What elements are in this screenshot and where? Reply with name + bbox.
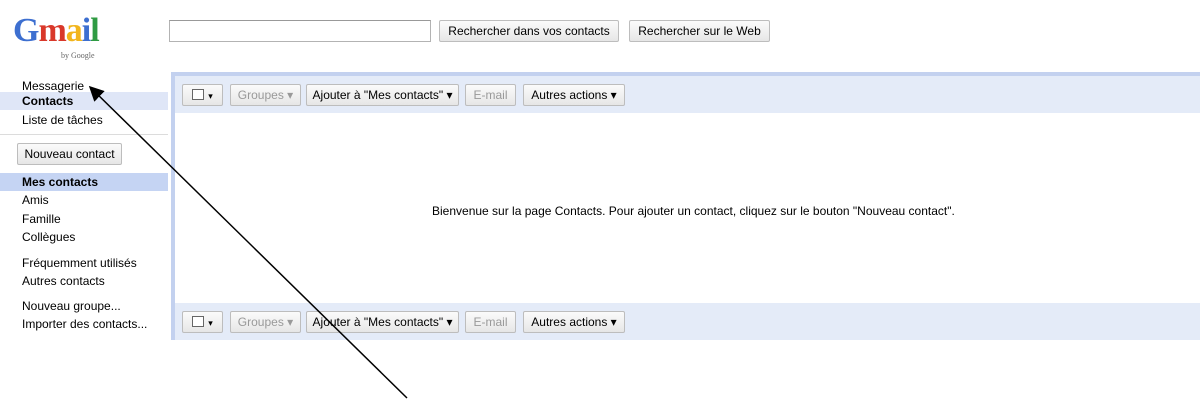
annotation-arrow — [88, 85, 408, 399]
